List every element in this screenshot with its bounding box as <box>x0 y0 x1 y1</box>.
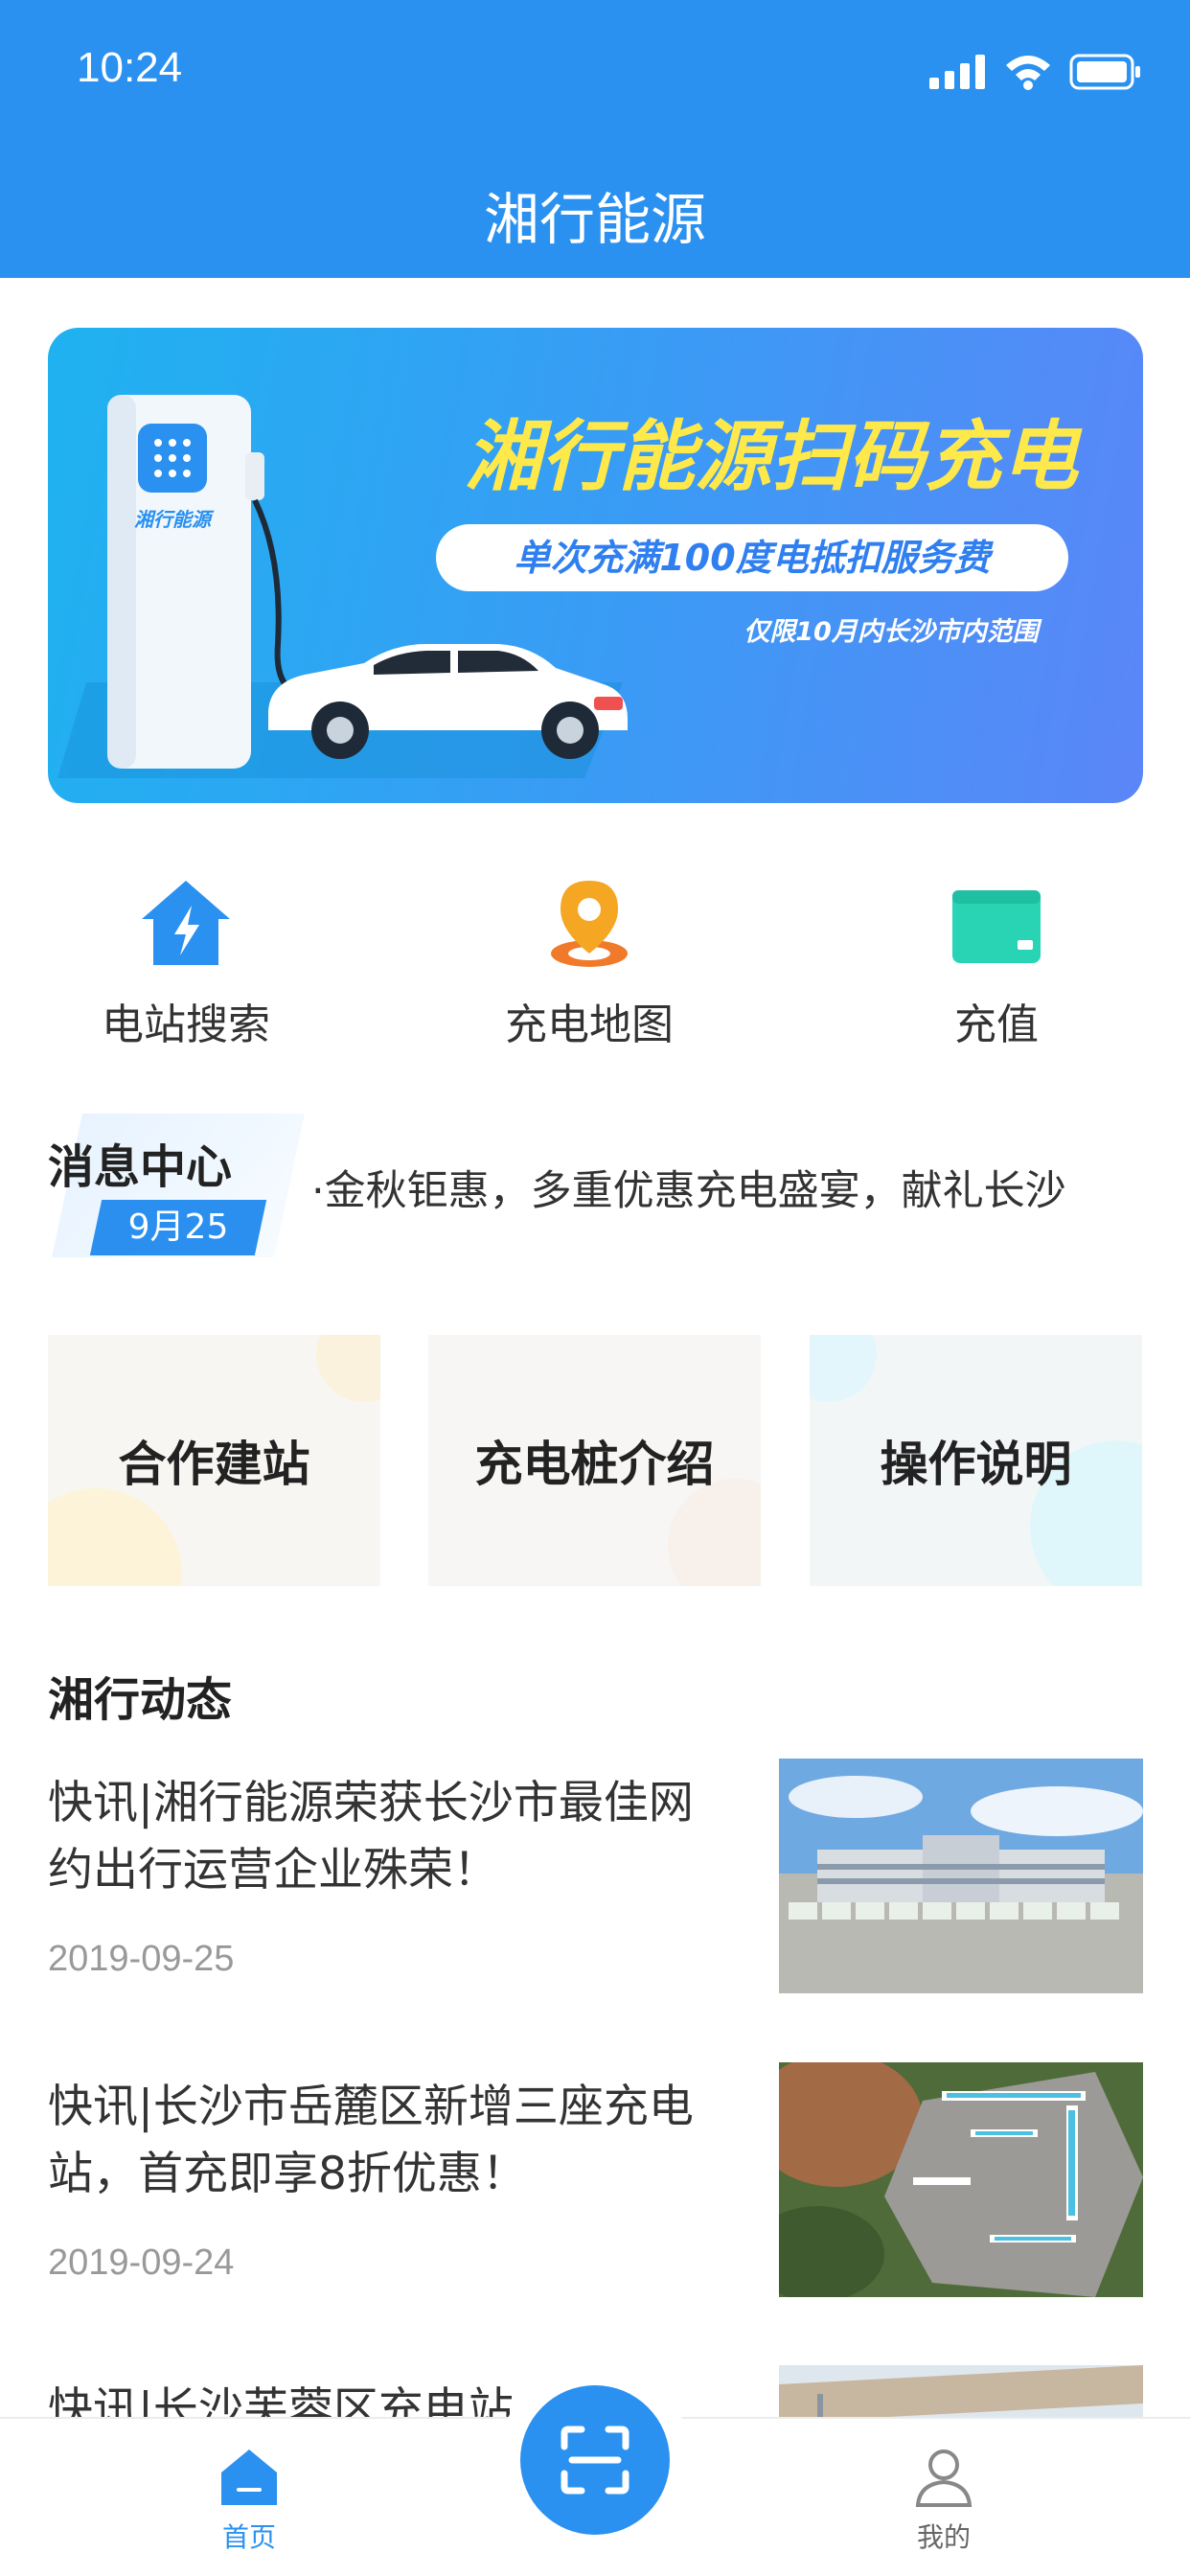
quick-label: 电站搜索 <box>102 1000 270 1049</box>
card-charger-intro[interactable]: 充电桩介绍 <box>428 1335 761 1586</box>
wallet-card-icon <box>952 890 1041 963</box>
banner-pill: 单次充满100度电抵扣服务费 <box>436 524 1068 591</box>
scan-button[interactable] <box>520 2385 670 2535</box>
card-instructions[interactable]: 操作说明 <box>810 1335 1142 1586</box>
quick-label: 充值 <box>954 1000 1039 1049</box>
battery-icon <box>1069 54 1140 90</box>
banner-note: 仅限10月内长沙市内范围 <box>744 617 1039 647</box>
tab-home[interactable]: 首页 <box>172 2446 326 2555</box>
status-time: 10:24 <box>77 44 183 91</box>
news-thumbnail-building <box>779 1759 1143 1993</box>
promo-banner[interactable]: 湘行能源 湘行能源扫码充电 单次充满100度电抵扣服务费 仅限10月内长沙市内范… <box>48 328 1143 803</box>
quick-charging-map[interactable]: 充电地图 <box>446 877 733 1051</box>
svg-text:湘行能源: 湘行能源 <box>134 508 215 531</box>
wifi-icon <box>1006 56 1050 90</box>
news-date: 2019-09-25 <box>48 1939 235 1979</box>
quick-station-search[interactable]: 电站搜索 <box>42 877 330 1051</box>
news-item[interactable]: 快讯|湘行能源荣获长沙市最佳网约出行运营企业殊荣！ 2019-09-25 <box>48 1759 1143 1993</box>
news-title: 快讯|湘行能源荣获长沙市最佳网约出行运营企业殊荣！ <box>48 1777 694 1897</box>
home-icon <box>221 2450 277 2505</box>
signal-icon <box>929 55 985 89</box>
map-pin-icon <box>551 881 628 967</box>
card-cooperation[interactable]: 合作建站 <box>48 1335 380 1586</box>
tab-mine[interactable]: 我的 <box>867 2446 1020 2555</box>
news-date: 2019-09-24 <box>48 2242 235 2283</box>
card-label: 充电桩介绍 <box>474 1437 715 1492</box>
banner-title: 湘行能源扫码充电 <box>465 412 1078 501</box>
news-thumbnail-aerial <box>779 2062 1143 2297</box>
news-item[interactable]: 快讯|长沙市岳麓区新增三座充电站，首充即享8折优惠！ 2019-09-24 <box>48 2062 1143 2297</box>
news-heading: 湘行动态 <box>48 1673 233 1727</box>
house-lightning-icon <box>142 881 230 965</box>
news-title: 快讯|长沙市岳麓区新增三座充电站，首充即享8折优惠！ <box>48 2081 694 2200</box>
status-icons <box>929 54 1142 90</box>
tab-home-label: 首页 <box>221 2521 276 2553</box>
message-date: 9月25 <box>127 1208 229 1247</box>
message-center-title: 消息中心 <box>48 1140 233 1194</box>
card-label: 合作建站 <box>118 1437 310 1492</box>
top-header: 10:24 湘行能源 <box>0 0 1190 278</box>
card-label: 操作说明 <box>880 1437 1072 1492</box>
tab-mine-label: 我的 <box>916 2521 971 2553</box>
scan-icon <box>561 2426 629 2495</box>
quick-recharge[interactable]: 充值 <box>853 877 1140 1051</box>
message-ticker[interactable]: ·金秋钜惠，多重优惠充电盛宴，献礼长沙 <box>311 1158 1155 1217</box>
app-title: 湘行能源 <box>483 187 706 252</box>
quick-label: 充电地图 <box>505 1000 674 1049</box>
person-icon <box>915 2450 973 2507</box>
